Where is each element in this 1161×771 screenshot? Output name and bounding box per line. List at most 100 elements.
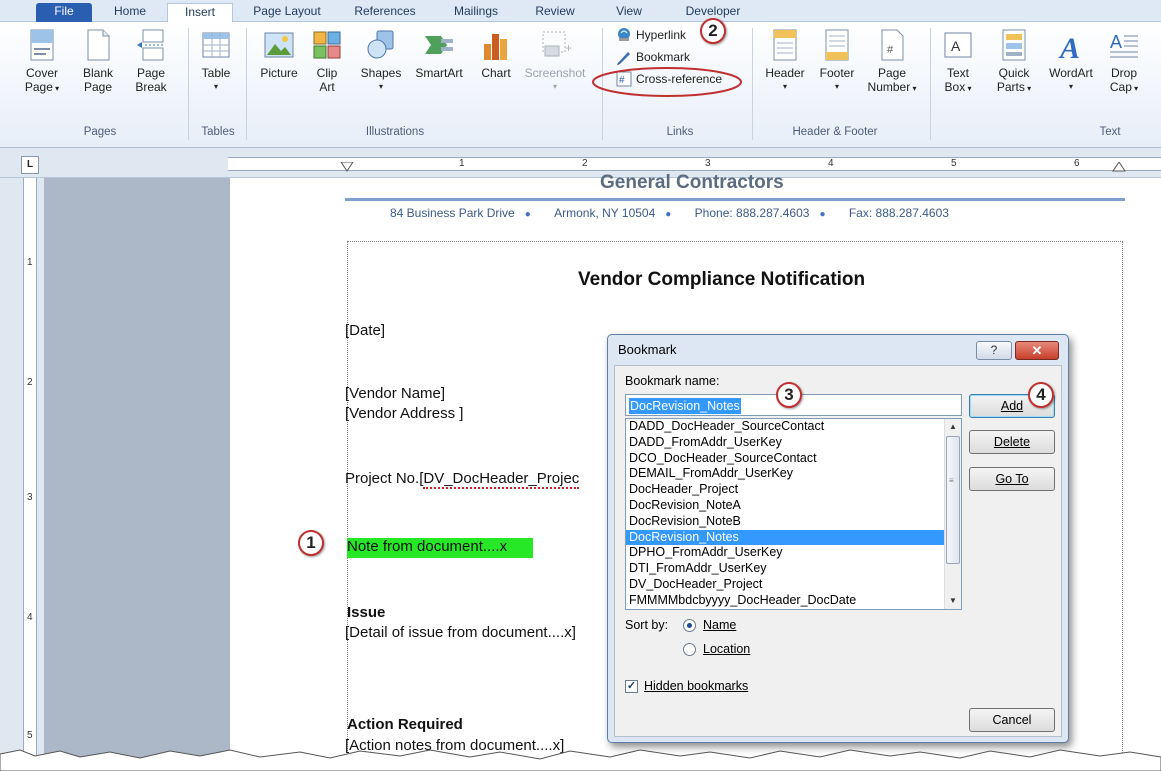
scroll-down-icon[interactable]: ▼ xyxy=(945,593,961,609)
footer-button[interactable]: Footer ▾ xyxy=(812,28,862,94)
tab-selector[interactable]: L xyxy=(21,156,39,174)
table-button[interactable]: Table ▾ xyxy=(196,28,236,94)
vendor-name-field[interactable]: [Vendor Name] xyxy=(345,385,445,402)
shapes-button[interactable]: Shapes ▾ xyxy=(356,28,406,94)
blank-page-button[interactable]: Blank Page xyxy=(78,28,118,94)
ruler-number: 1 xyxy=(27,257,33,268)
header-button[interactable]: Header ▾ xyxy=(756,28,814,94)
help-button[interactable]: ? xyxy=(976,341,1012,360)
links-group-label: Links xyxy=(666,126,694,138)
group-separator xyxy=(246,28,247,140)
list-item[interactable]: DPHO_FromAddr_UserKey xyxy=(626,545,944,561)
screenshot-button[interactable]: + Screenshot ▾ xyxy=(520,28,590,94)
tab-review[interactable]: Review xyxy=(520,3,590,22)
list-item[interactable]: DCO_DocHeader_SourceContact xyxy=(626,451,944,467)
note-field[interactable]: Note from document....x xyxy=(347,538,507,555)
tab-home[interactable]: Home xyxy=(100,3,160,22)
bookmark-name-label: Bookmark name: xyxy=(625,374,720,388)
list-scrollbar[interactable]: ▲ ≡ ▼ xyxy=(944,419,961,609)
ribbon-tab-bar: File Home Insert Page Layout References … xyxy=(0,0,1161,23)
delete-button[interactable]: Delete xyxy=(969,430,1055,454)
sort-name-radio[interactable] xyxy=(683,619,696,632)
right-indent-marker[interactable] xyxy=(1112,162,1126,172)
left-indent-marker[interactable] xyxy=(340,162,354,172)
footer-label: Footer xyxy=(819,66,855,80)
cancel-button[interactable]: Cancel xyxy=(969,708,1055,732)
cover-page-label-1: Cover xyxy=(25,66,58,80)
list-item[interactable]: DocRevision_NoteB xyxy=(626,514,944,530)
drop-cap-button[interactable]: A Drop Cap ▾ xyxy=(1104,28,1144,96)
scroll-up-icon[interactable]: ▲ xyxy=(945,419,961,435)
page-number-label-1: Page xyxy=(877,66,907,80)
sort-location-radio[interactable] xyxy=(683,643,696,656)
list-item[interactable]: FMMMMbdcbyyyy_DocHeader_DocDate xyxy=(626,593,944,609)
clip-art-icon xyxy=(313,31,341,59)
add-label: Add xyxy=(1000,399,1024,413)
scroll-thumb[interactable] xyxy=(946,436,960,564)
go-to-button[interactable]: Go To xyxy=(969,467,1055,491)
list-item[interactable]: DocRevision_NoteA xyxy=(626,498,944,514)
page-break-button[interactable]: Page Break xyxy=(130,28,172,94)
hyperlink-icon xyxy=(618,28,630,41)
project-line[interactable]: Project No.[DV_DocHeader_Projec xyxy=(345,470,580,489)
list-item[interactable]: DV_DocHeader_Project xyxy=(626,577,944,593)
tab-page-layout[interactable]: Page Layout xyxy=(242,3,332,22)
table-label: Table xyxy=(201,66,231,80)
address-street: 84 Business Park Drive xyxy=(390,206,515,220)
svg-text:A: A xyxy=(951,38,961,54)
smartart-button[interactable]: SmartArt xyxy=(410,28,468,80)
list-item[interactable]: DTI_FromAddr_UserKey xyxy=(626,561,944,577)
cover-page-label-2: Page xyxy=(24,80,53,94)
chart-label: Chart xyxy=(481,66,511,80)
hidden-bookmarks-checkbox[interactable]: ✓ xyxy=(625,680,638,693)
ruler-number: 3 xyxy=(705,158,711,169)
list-item-selected[interactable]: DocRevision_Notes xyxy=(626,529,944,546)
close-button[interactable]: ✕ xyxy=(1015,341,1059,360)
chart-button[interactable]: Chart xyxy=(474,28,518,80)
header-label: Header xyxy=(765,66,805,80)
shapes-icon xyxy=(367,30,394,59)
tab-view[interactable]: View xyxy=(594,3,664,22)
project-label: Project No. xyxy=(345,470,420,487)
tab-references[interactable]: References xyxy=(340,3,430,22)
smartart-label: SmartArt xyxy=(415,66,463,80)
date-field[interactable]: [Date] xyxy=(345,322,385,339)
picture-button[interactable]: Picture xyxy=(254,28,304,80)
list-item[interactable]: DADD_FromAddr_UserKey xyxy=(626,435,944,451)
bookmark-button[interactable]: Bookmark xyxy=(616,48,726,66)
issue-field[interactable]: [Detail of issue from document....x] xyxy=(345,624,576,641)
tab-insert[interactable]: Insert xyxy=(167,3,233,23)
list-item[interactable]: DocHeader_Project xyxy=(626,482,944,498)
page-number-button[interactable]: # Page Number ▾ xyxy=(862,28,922,96)
illustrations-group-label: Illustrations xyxy=(365,126,425,138)
svg-text:+: + xyxy=(565,41,571,55)
go-to-label: Go To xyxy=(995,472,1029,486)
dropdown-arrow-icon: ▾ xyxy=(552,82,557,91)
vendor-address-field[interactable]: [Vendor Address ] xyxy=(345,405,463,422)
wordart-button[interactable]: A WordArt ▾ xyxy=(1040,28,1102,94)
dialog-title: Bookmark xyxy=(618,342,677,357)
dropdown-arrow-icon: ▾ xyxy=(1068,82,1073,91)
group-separator xyxy=(930,28,931,140)
document-gutter xyxy=(44,178,230,771)
text-box-button[interactable]: A Text Box ▾ xyxy=(936,28,980,96)
sort-by-label: Sort by: xyxy=(625,618,669,632)
list-item[interactable]: DEMAIL_FromAddr_UserKey xyxy=(626,466,944,482)
text-box-label-1: Text xyxy=(946,66,969,80)
address-line: 84 Business Park Drive ● Armonk, NY 10504… xyxy=(390,206,959,220)
dropdown-arrow-icon: ▾ xyxy=(52,84,60,93)
company-name: General Contractors xyxy=(600,172,784,193)
clip-art-button[interactable]: Clip Art xyxy=(310,28,344,94)
quick-parts-button[interactable]: Quick Parts ▾ xyxy=(990,28,1038,96)
horizontal-ruler[interactable] xyxy=(228,157,1161,171)
dialog-body: Bookmark name: DocRevision_Notes DADD_Do… xyxy=(614,365,1062,737)
cover-page-button[interactable]: Cover Page ▾ xyxy=(22,28,62,96)
issue-mark: x xyxy=(564,624,572,641)
tab-mailings[interactable]: Mailings xyxy=(436,3,516,22)
vendor-name-text: Vendor Name xyxy=(349,385,441,402)
callout-3: 3 xyxy=(776,382,802,408)
list-item[interactable]: DADD_DocHeader_SourceContact xyxy=(626,419,944,435)
tab-file[interactable]: File xyxy=(36,3,92,22)
bookmark-list[interactable]: DADD_DocHeader_SourceContact DADD_FromAd… xyxy=(625,418,962,610)
sort-name-label: Name xyxy=(703,618,737,632)
